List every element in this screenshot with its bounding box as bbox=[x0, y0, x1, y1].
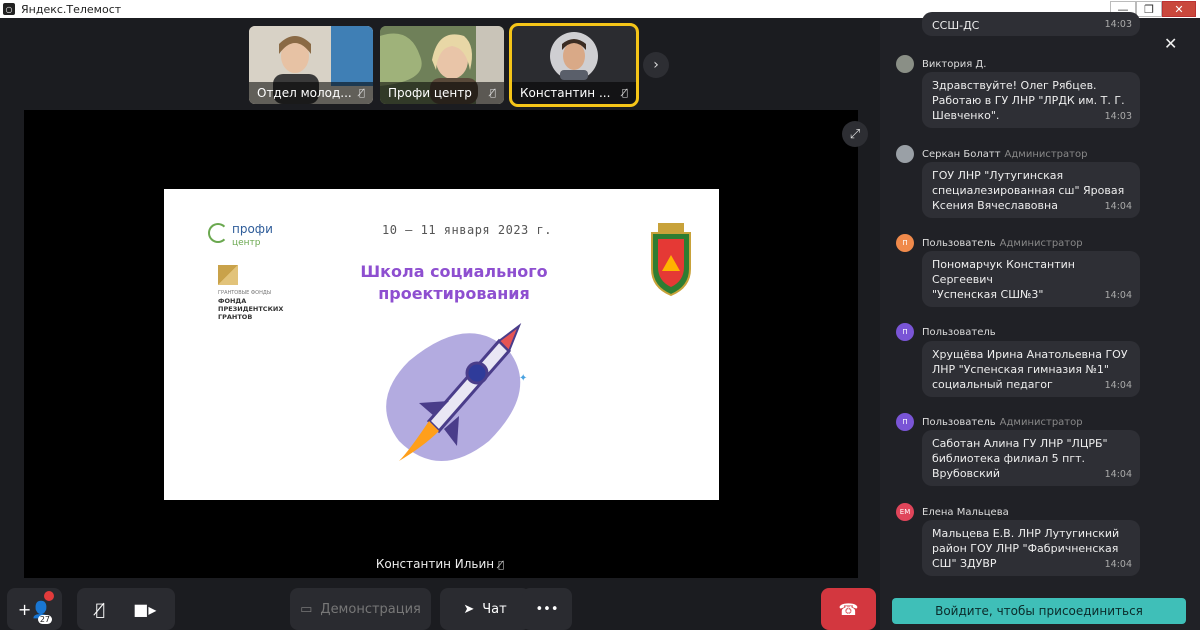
participant-tile[interactable]: Отдел молод... 🎙̸ bbox=[249, 26, 373, 104]
app-icon: ○ bbox=[3, 3, 15, 15]
svg-text:✦: ✦ bbox=[519, 373, 527, 384]
invite-participants-button[interactable]: +👤 27 bbox=[7, 588, 62, 630]
participant-tile-active[interactable]: Константин ... 🎙̸ bbox=[509, 23, 639, 107]
chat-message: Пономарчук Константин Сергеевич "Успенская… bbox=[922, 251, 1140, 307]
participant-name: Профи центр bbox=[388, 86, 472, 100]
chat-message-header: П Пользователь bbox=[896, 323, 996, 341]
window-close-button[interactable]: ✕ bbox=[1162, 1, 1196, 17]
chat-message: Саботан Алина ГУ ЛНР "ЛЦРБ" библиотека фи… bbox=[922, 430, 1140, 486]
participant-name: Константин ... bbox=[520, 86, 611, 100]
phone-hangup-icon: ☎ bbox=[838, 599, 859, 619]
rocket-illustration: ✦ bbox=[386, 323, 527, 461]
avatar: П bbox=[896, 413, 914, 431]
next-participants-button[interactable]: › bbox=[643, 52, 669, 78]
chevron-right-icon: › bbox=[653, 57, 659, 73]
chat-message: Мальцева Е.В. ЛНР Лутугинский район ГОУ Л… bbox=[922, 520, 1140, 576]
slide-date: 10 – 11 января 2023 г. bbox=[382, 223, 552, 237]
avatar bbox=[896, 55, 914, 73]
avatar: П bbox=[896, 234, 914, 252]
mic-off-icon: 🎙̸ bbox=[498, 560, 505, 571]
join-button[interactable]: Войдите, чтобы присоединиться bbox=[892, 598, 1186, 624]
maximize-button[interactable]: ❐ bbox=[1136, 1, 1162, 17]
hang-up-button[interactable]: ☎ bbox=[821, 588, 876, 630]
chat-message: Здравствуйте! Олег Рябцев. Работаю в ГУ Л… bbox=[922, 72, 1140, 128]
presentation-slide: профи центр ГРАНТОВЫЕ ФОНДЫ ФОНДА ПРЕЗИДЕ… bbox=[164, 189, 719, 500]
screen-share-label: Демонстрация bbox=[320, 601, 421, 617]
chat-label: Чат bbox=[482, 601, 507, 617]
mic-off-icon: 🎙̸ bbox=[358, 87, 365, 99]
mic-off-icon: 🎙̸ bbox=[489, 87, 496, 99]
avatar bbox=[896, 145, 914, 163]
chat-message-header: П Пользователь Администратор bbox=[896, 413, 1083, 431]
chat-message-header: Виктория Д. bbox=[896, 55, 986, 73]
call-area: Отдел молод... 🎙̸ Профи центр 🎙̸ Константи… bbox=[0, 18, 880, 630]
profi-center-logo: профи центр bbox=[208, 223, 273, 249]
chat-message-partial: ССШ-ДС 14:03 bbox=[922, 12, 1140, 36]
screen-share-icon: ▭ bbox=[300, 601, 313, 617]
coat-of-arms-icon bbox=[651, 223, 691, 297]
more-icon: ••• bbox=[535, 601, 559, 617]
chat-panel: ✕ ССШ-ДС 14:03 Виктория Д. Здравствуйте!… bbox=[880, 12, 1200, 630]
close-chat-icon[interactable]: ✕ bbox=[1164, 34, 1177, 53]
screen-share-button[interactable]: ▭ Демонстрация bbox=[290, 588, 431, 630]
chat-message-header: ЕМ Елена Мальцева bbox=[896, 503, 1009, 521]
fullscreen-button[interactable]: ⤢ bbox=[842, 121, 868, 147]
participant-count: 27 bbox=[37, 615, 52, 624]
grants-fund-logo: ГРАНТОВЫЕ ФОНДЫ ФОНДА ПРЕЗИДЕНТСКИХ ГРАН… bbox=[218, 265, 298, 321]
chat-message-header: П Пользователь Администратор bbox=[896, 234, 1083, 252]
participant-name: Отдел молод... bbox=[257, 86, 352, 100]
chat-button[interactable]: ➤ Чат bbox=[440, 588, 530, 630]
avatar: П bbox=[896, 323, 914, 341]
expand-icon: ⤢ bbox=[849, 126, 861, 142]
send-icon: ➤ bbox=[463, 601, 475, 617]
chat-message: Хрущёва Ирина Анатольевна ГОУ ЛНР "Успенс… bbox=[922, 341, 1140, 397]
participant-tile[interactable]: Профи центр 🎙̸ bbox=[380, 26, 504, 104]
slide-headline: Школа социального проектирования bbox=[360, 262, 548, 303]
speaker-name-label: Константин Ильин 🎙̸ bbox=[375, 557, 505, 571]
mic-off-icon: 🎙̸ bbox=[621, 87, 628, 99]
chat-message: ГОУ ЛНР "Лутугинская специалезированная с… bbox=[922, 162, 1140, 218]
chat-message-header: Серкан Болатт Администратор bbox=[896, 145, 1087, 163]
camera-icon[interactable]: ■▸ bbox=[133, 600, 156, 619]
avatar: ЕМ bbox=[896, 503, 914, 521]
more-button[interactable]: ••• bbox=[522, 588, 572, 630]
notification-dot bbox=[44, 591, 54, 601]
mic-off-icon[interactable]: 🎙̸ bbox=[96, 600, 106, 619]
media-controls: 🎙̸ ■▸ bbox=[77, 588, 175, 630]
